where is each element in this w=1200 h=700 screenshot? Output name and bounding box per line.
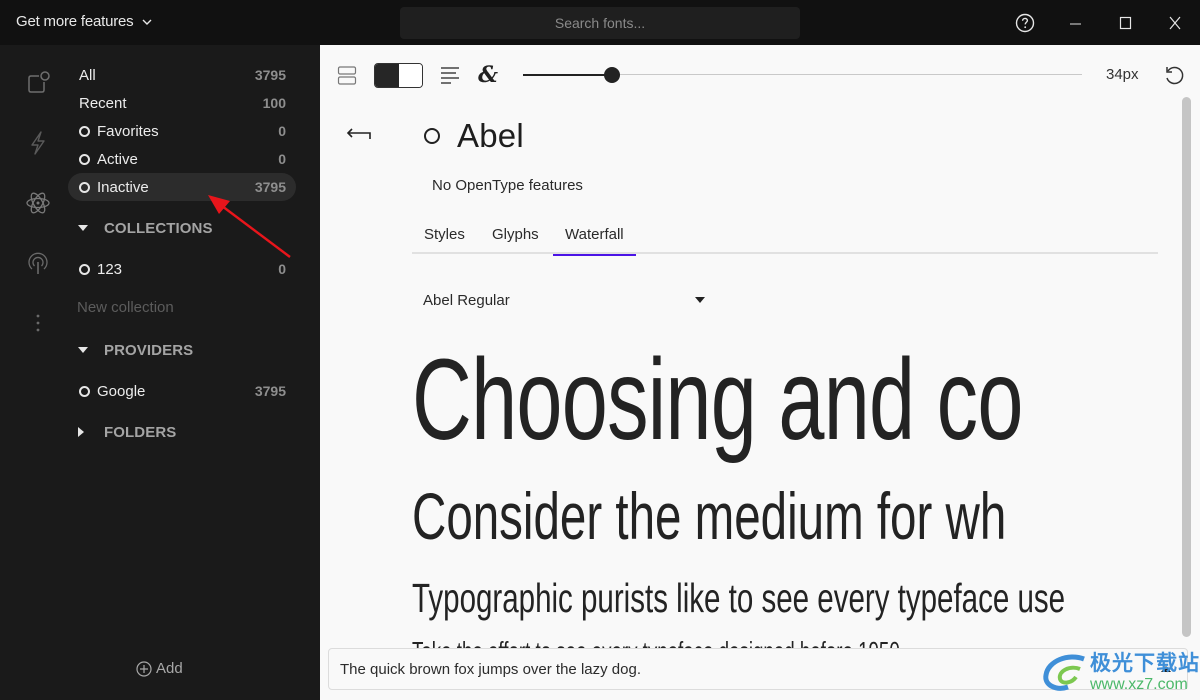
section-folders-label: FOLDERS bbox=[104, 423, 177, 441]
sidebar-item-active[interactable]: Active 0 bbox=[68, 145, 296, 173]
new-collection-input[interactable]: New collection bbox=[77, 299, 174, 316]
caret-down-icon bbox=[78, 225, 88, 231]
section-folders-header[interactable]: FOLDERS bbox=[78, 421, 176, 443]
minimize-icon bbox=[1070, 23, 1081, 25]
provider-item-count: 3795 bbox=[254, 383, 286, 399]
activate-toggle-icon[interactable] bbox=[79, 181, 90, 193]
theme-dark-half bbox=[375, 64, 399, 87]
theme-light-half bbox=[398, 64, 422, 87]
activate-toggle-icon[interactable] bbox=[79, 125, 90, 137]
sidebar-item-label: Active bbox=[97, 150, 138, 168]
maximize-icon bbox=[1119, 16, 1132, 30]
sidebar-item-count: 0 bbox=[278, 123, 286, 139]
chevron-down-icon bbox=[142, 19, 151, 25]
waterfall-line: Choosing and co bbox=[412, 336, 1023, 464]
tab-glyphs[interactable]: Glyphs bbox=[492, 226, 539, 254]
waterfall-preview: Choosing and co Consider the medium for … bbox=[412, 335, 1158, 695]
section-providers-header[interactable]: PROVIDERS bbox=[78, 339, 193, 361]
ampersand-icon: & bbox=[478, 62, 498, 88]
provider-item-label: Google bbox=[97, 382, 146, 400]
sidebar-item-inactive[interactable]: Inactive 3795 bbox=[68, 173, 296, 201]
style-select-value: Abel Regular bbox=[423, 291, 510, 309]
align-button[interactable] bbox=[439, 64, 461, 86]
section-collections-label: COLLECTIONS bbox=[104, 219, 213, 237]
layout-toggle-button[interactable] bbox=[336, 65, 358, 87]
theme-toggle[interactable] bbox=[374, 63, 423, 88]
slider-thumb[interactable] bbox=[604, 67, 621, 83]
sidebar-item-favorites[interactable]: Favorites 0 bbox=[68, 117, 296, 145]
collection-item-label: 123 bbox=[97, 260, 123, 278]
title-bar: Get more features bbox=[0, 0, 1200, 45]
sidebar: All 3795 Recent 100 Favorites 0 Active 0… bbox=[60, 45, 320, 700]
slider-fill bbox=[523, 73, 613, 76]
rail-item-library[interactable] bbox=[22, 67, 54, 99]
font-size-readout: 34px bbox=[1106, 66, 1139, 83]
question-circle-icon bbox=[1015, 13, 1035, 33]
opentype-button[interactable]: & bbox=[476, 63, 500, 87]
waterfall-line: Typographic purists like to see every ty… bbox=[412, 575, 1066, 621]
style-select[interactable]: Abel Regular bbox=[423, 289, 705, 311]
font-header: Abel bbox=[424, 117, 524, 155]
shapes-icon bbox=[28, 71, 50, 93]
broadcast-icon bbox=[28, 252, 48, 274]
section-collections-header[interactable]: COLLECTIONS bbox=[78, 217, 213, 239]
add-label: Add bbox=[156, 660, 183, 677]
layout-rows-icon bbox=[337, 66, 357, 85]
sidebar-item-label: Favorites bbox=[97, 122, 159, 140]
lightning-icon bbox=[31, 131, 45, 155]
close-icon bbox=[1169, 16, 1181, 30]
caret-up-icon[interactable] bbox=[1161, 666, 1171, 672]
scrollbar-thumb[interactable] bbox=[1182, 97, 1191, 637]
rail-more-button[interactable] bbox=[22, 307, 54, 339]
sidebar-item-label: Inactive bbox=[97, 178, 149, 196]
preview-text-input[interactable] bbox=[328, 648, 1188, 690]
plus-circle-icon bbox=[136, 660, 152, 677]
sidebar-item-count: 3795 bbox=[254, 179, 286, 195]
tab-styles[interactable]: Styles bbox=[424, 226, 465, 254]
sidebar-item-label: All bbox=[79, 66, 96, 84]
section-providers-label: PROVIDERS bbox=[104, 341, 194, 359]
caret-down-icon bbox=[695, 297, 705, 303]
sidebar-item-label: Recent bbox=[79, 94, 127, 112]
minimize-button[interactable] bbox=[1063, 11, 1087, 35]
main-panel: & 34px Abel No OpenType features Styles … bbox=[320, 45, 1200, 700]
close-window-button[interactable] bbox=[1163, 11, 1187, 35]
sidebar-item-all[interactable]: All 3795 bbox=[68, 61, 296, 89]
get-more-features-button[interactable]: Get more features bbox=[16, 13, 153, 30]
rail-item-activity[interactable] bbox=[22, 127, 54, 159]
more-vertical-icon bbox=[36, 314, 40, 332]
activate-toggle-icon[interactable] bbox=[79, 153, 90, 165]
search-fonts-input[interactable] bbox=[400, 7, 800, 39]
reset-icon bbox=[1166, 66, 1184, 85]
opentype-note: No OpenType features bbox=[432, 177, 583, 194]
help-button[interactable] bbox=[1013, 11, 1037, 35]
sidebar-item-count: 100 bbox=[262, 95, 286, 111]
icon-rail bbox=[0, 45, 60, 700]
get-more-features-label: Get more features bbox=[16, 13, 134, 30]
align-left-icon bbox=[441, 67, 459, 84]
back-arrow-icon[interactable] bbox=[346, 125, 374, 149]
reset-button[interactable] bbox=[1162, 64, 1186, 88]
font-tabs: Styles Glyphs Waterfall bbox=[412, 220, 1158, 256]
collection-item[interactable]: 123 0 bbox=[68, 255, 296, 283]
caret-right-icon bbox=[78, 427, 84, 437]
caret-down-icon bbox=[78, 347, 88, 353]
rail-item-integrations[interactable] bbox=[22, 187, 54, 219]
provider-item-google[interactable]: Google 3795 bbox=[68, 377, 296, 405]
atom-icon bbox=[26, 192, 50, 214]
waterfall-line: Consider the medium for wh bbox=[412, 479, 1007, 553]
sidebar-item-recent[interactable]: Recent 100 bbox=[68, 89, 296, 117]
add-button[interactable]: Add bbox=[136, 660, 183, 677]
rail-item-sharing[interactable] bbox=[22, 247, 54, 279]
font-title: Abel bbox=[457, 117, 524, 154]
sidebar-item-count: 3795 bbox=[254, 67, 286, 83]
sidebar-item-count: 0 bbox=[278, 151, 286, 167]
collection-item-count: 0 bbox=[278, 261, 286, 277]
tab-waterfall[interactable]: Waterfall bbox=[553, 226, 636, 256]
activate-toggle-icon[interactable] bbox=[79, 385, 90, 397]
maximize-button[interactable] bbox=[1113, 11, 1137, 35]
font-size-slider[interactable] bbox=[523, 67, 1082, 83]
activate-toggle-icon[interactable] bbox=[79, 263, 90, 275]
activate-font-toggle[interactable] bbox=[424, 128, 440, 144]
